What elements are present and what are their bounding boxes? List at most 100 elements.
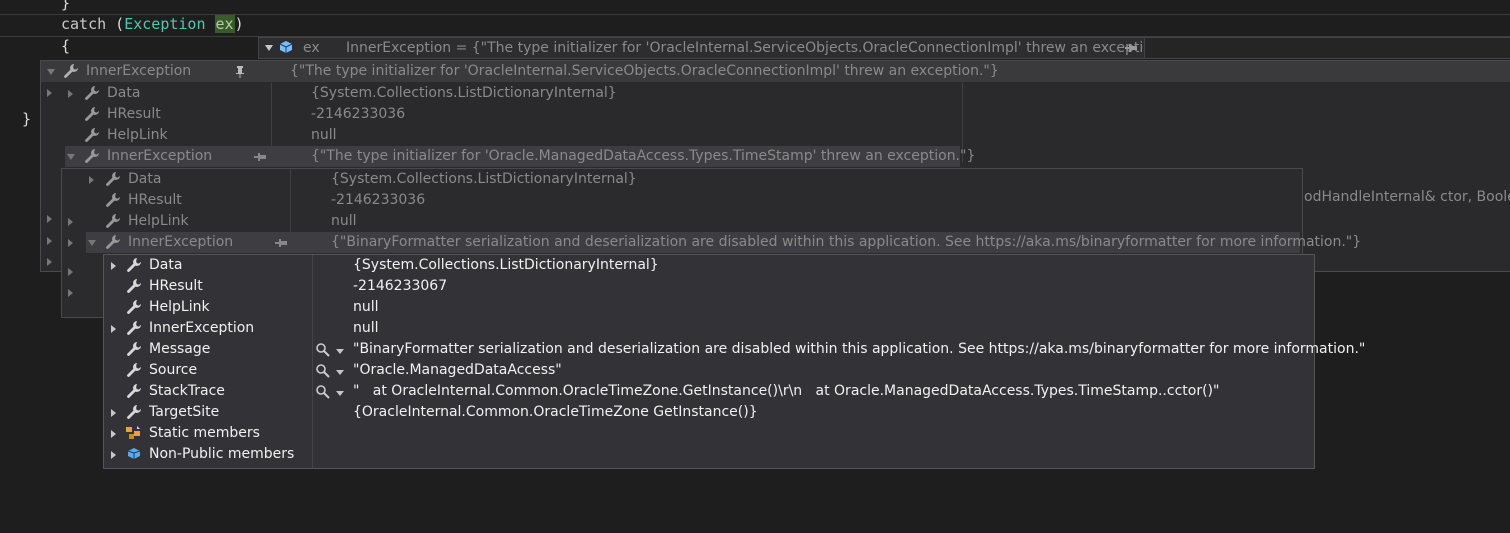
- level3-row-name[interactable]: TargetSite: [149, 402, 219, 423]
- code-brace-close: }: [22, 110, 32, 128]
- level3-row-name[interactable]: Message: [149, 339, 210, 360]
- level2-row-name: InnerException: [128, 234, 234, 250]
- level3-row-value: "BinaryFormatter serialization and deser…: [353, 341, 1366, 357]
- datatip-name: ex: [303, 40, 320, 56]
- level3-panel: Data {System.Collections.ListDictionaryI…: [103, 254, 1365, 469]
- code-paren: (: [106, 15, 125, 33]
- wrench-icon: [127, 405, 141, 419]
- wrench-icon: [106, 193, 120, 207]
- datatip-extension: [1144, 37, 1510, 59]
- level1-header-name: InnerException: [86, 63, 192, 79]
- collapse-arrow-icon[interactable]: [88, 240, 96, 246]
- wrench-icon: [85, 107, 99, 121]
- wrench-icon: [106, 172, 120, 186]
- code-brace-open: {: [61, 37, 71, 55]
- magnifier-icon[interactable]: [315, 363, 331, 379]
- expand-arrow-icon[interactable]: [111, 451, 116, 459]
- dropdown-arrow-icon[interactable]: [336, 391, 344, 396]
- wrench-icon: [85, 86, 99, 100]
- wrench-icon: [106, 214, 120, 228]
- expand-arrow-icon[interactable]: [47, 237, 52, 245]
- pin-icon[interactable]: [1125, 43, 1137, 53]
- wrench-icon: [127, 300, 141, 314]
- level2-row-name: HelpLink: [128, 213, 189, 229]
- code-paren: ): [234, 15, 244, 33]
- level3-row-name[interactable]: InnerException: [149, 318, 254, 339]
- wrench-icon: [64, 64, 78, 78]
- wrench-icon: [127, 279, 141, 293]
- catch-keyword: catch: [61, 15, 107, 33]
- level3-row-value: -2146233067: [353, 278, 448, 294]
- level1-row-name: HelpLink: [107, 127, 168, 143]
- wrench-icon: [106, 235, 120, 249]
- code-line-brace: }: [61, 0, 71, 12]
- level3-row-value: null: [353, 320, 379, 336]
- level3-row-value: {System.Collections.ListDictionaryIntern…: [353, 257, 659, 273]
- expand-arrow-icon[interactable]: [47, 89, 52, 97]
- static-members-icon: [126, 426, 140, 439]
- magnifier-icon[interactable]: [315, 342, 331, 358]
- level3-row-name[interactable]: Static members: [149, 423, 260, 444]
- level2-row-value: {"BinaryFormatter serialization and dese…: [331, 234, 1362, 250]
- level1-row-value: -2146233036: [311, 106, 406, 122]
- non-public-members-icon: [127, 448, 141, 459]
- dropdown-arrow-icon[interactable]: [336, 349, 344, 354]
- level3-row-name[interactable]: Non-Public members: [149, 444, 294, 465]
- wrench-icon: [127, 363, 141, 377]
- expand-arrow-icon[interactable]: [111, 325, 116, 333]
- expand-arrow-icon[interactable]: [68, 268, 73, 276]
- expand-arrow-icon[interactable]: [47, 215, 52, 223]
- datatip-value: InnerException = {"The type initializer …: [346, 40, 1181, 56]
- level3-row-value: "Oracle.ManagedDataAccess": [353, 362, 562, 378]
- wrench-icon: [85, 149, 99, 163]
- expand-arrow-icon[interactable]: [111, 409, 116, 417]
- expand-arrow-icon[interactable]: [68, 218, 73, 226]
- level2-row-value: null: [331, 213, 357, 229]
- magnifier-icon[interactable]: [315, 384, 331, 400]
- level1-row-value: null: [311, 127, 337, 143]
- expand-arrow-icon[interactable]: [68, 289, 73, 297]
- expand-arrow-icon[interactable]: [68, 239, 73, 247]
- level1-row-value: {System.Collections.ListDictionaryIntern…: [311, 85, 617, 101]
- level3-row-value: null: [353, 299, 379, 315]
- pin-icon[interactable]: [275, 238, 287, 248]
- wrench-icon: [127, 258, 141, 272]
- collapse-arrow-icon[interactable]: [67, 154, 75, 160]
- level3-row-name[interactable]: HelpLink: [149, 297, 210, 318]
- exception-type: Exception: [124, 15, 206, 33]
- expand-arrow-icon[interactable]: [89, 176, 94, 184]
- level3-row-name[interactable]: StackTrace: [149, 381, 225, 402]
- expand-arrow-icon[interactable]: [111, 262, 116, 270]
- wrench-icon: [85, 128, 99, 142]
- code-line-catch: catch (Exception ex): [61, 15, 244, 33]
- ex-variable[interactable]: ex: [214, 15, 235, 33]
- wrench-icon: [127, 342, 141, 356]
- column-separator: [312, 255, 313, 468]
- level3-row-name[interactable]: HResult: [149, 276, 203, 297]
- level1-side-text: odHandleInternal& ctor, Boolea: [1304, 189, 1510, 205]
- level3-row-name[interactable]: Data: [149, 255, 182, 276]
- wrench-icon: [127, 321, 141, 335]
- level2-row-value: {System.Collections.ListDictionaryIntern…: [331, 171, 637, 187]
- level3-row-value: " at OracleInternal.Common.OracleTimeZon…: [353, 383, 1220, 399]
- level3-row-value: {OracleInternal.Common.OracleTimeZone Ge…: [353, 404, 758, 420]
- dropdown-arrow-icon[interactable]: [336, 370, 344, 375]
- level1-row-name: Data: [107, 85, 141, 101]
- level2-row-name: Data: [128, 171, 162, 187]
- level1-row-value: {"The type initializer for 'Oracle.Manag…: [311, 148, 976, 164]
- expand-arrow-icon[interactable]: [111, 430, 116, 438]
- level1-row-name: InnerException: [107, 148, 213, 164]
- object-icon: [279, 41, 293, 53]
- level2-row-name: HResult: [128, 192, 182, 208]
- pin-icon[interactable]: [235, 66, 245, 78]
- level2-row-value: -2146233036: [331, 192, 426, 208]
- pin-icon[interactable]: [254, 152, 266, 162]
- collapse-arrow-icon[interactable]: [265, 45, 273, 51]
- expand-arrow-icon[interactable]: [47, 258, 52, 266]
- datatip-ex[interactable]: ex InnerException = {"The type initializ…: [258, 37, 1181, 59]
- collapse-arrow-icon[interactable]: [47, 69, 55, 75]
- expand-arrow-icon[interactable]: [68, 90, 73, 98]
- level3-row-name[interactable]: Source: [149, 360, 197, 381]
- wrench-icon: [127, 384, 141, 398]
